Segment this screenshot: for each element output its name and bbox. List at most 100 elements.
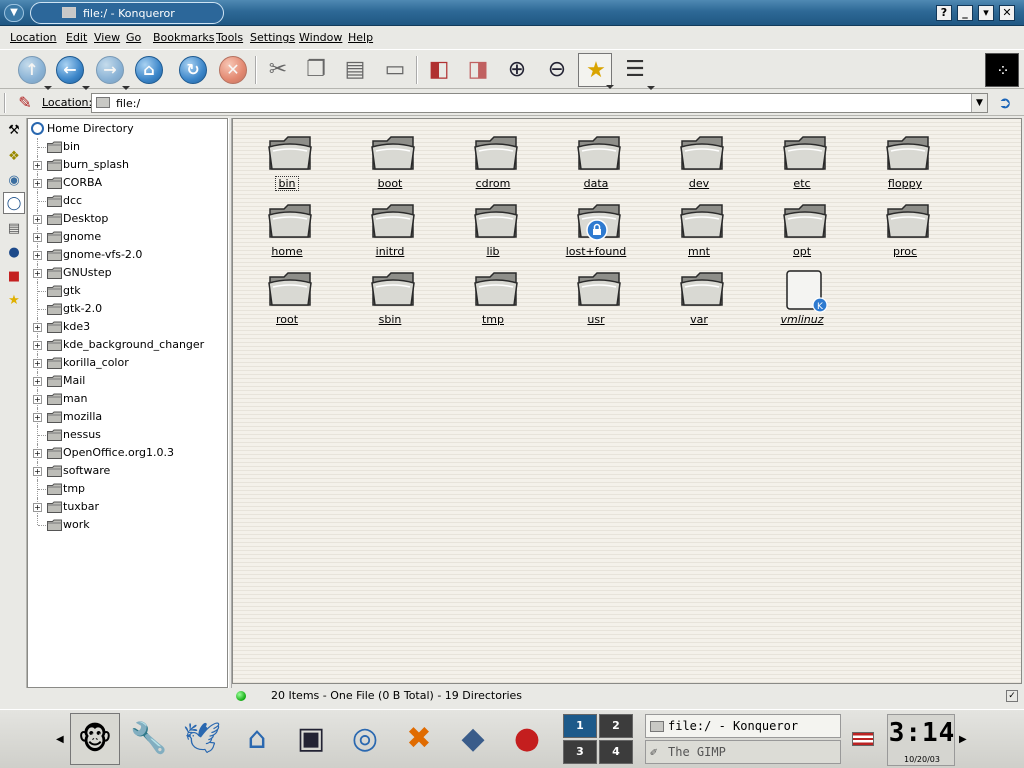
menu-help[interactable]: Help xyxy=(348,31,373,44)
control-center-launcher[interactable]: 🔧 xyxy=(124,713,174,765)
folder-item[interactable]: etc xyxy=(762,127,842,193)
tree-item[interactable]: + CORBA xyxy=(28,174,227,192)
folder-item[interactable]: boot xyxy=(350,127,430,193)
tree-item[interactable]: + Mail xyxy=(28,372,227,390)
tree-item[interactable]: tmp xyxy=(28,480,227,498)
minimize-button[interactable]: _ xyxy=(957,5,973,21)
menu-window[interactable]: Window xyxy=(299,31,342,44)
cut-button[interactable]: ✂ xyxy=(261,53,295,87)
tree-item[interactable]: + tuxbar xyxy=(28,498,227,516)
kate-launcher[interactable]: ◆ xyxy=(448,713,498,765)
tab-bookmarks[interactable]: ★ xyxy=(3,290,25,312)
folder-item[interactable]: home xyxy=(247,195,327,261)
konqueror-throbber[interactable]: ⁘ xyxy=(985,53,1019,87)
desktop-2[interactable]: 2 xyxy=(599,714,633,738)
expand-toggle[interactable]: + xyxy=(33,269,42,278)
folder-item[interactable]: opt xyxy=(762,195,842,261)
folder-item[interactable]: lib xyxy=(453,195,533,261)
forward-button[interactable]: → xyxy=(93,53,130,90)
close-button[interactable]: ✕ xyxy=(999,5,1015,21)
paste-button[interactable]: ▤ xyxy=(338,53,372,87)
folder-item[interactable]: floppy xyxy=(865,127,945,193)
help-button[interactable]: ? xyxy=(936,5,952,21)
folder-item[interactable]: initrd xyxy=(350,195,430,261)
folder-item[interactable]: root xyxy=(247,263,327,329)
zoom-out-button[interactable]: ⊖ xyxy=(540,53,574,87)
tree-item[interactable]: + OpenOffice.org1.0.3 xyxy=(28,444,227,462)
tree-item[interactable]: gtk xyxy=(28,282,227,300)
tab-devices[interactable]: ◉ xyxy=(3,170,25,192)
window-menu-button[interactable]: ▼ xyxy=(4,4,24,22)
home-launcher[interactable]: ⌂ xyxy=(232,713,282,765)
expand-toggle[interactable]: + xyxy=(33,341,42,350)
file-item[interactable]: Kvmlinuz xyxy=(762,263,842,329)
tab-applications[interactable]: ❖ xyxy=(3,146,25,168)
tree-item[interactable]: + man xyxy=(28,390,227,408)
expand-toggle[interactable]: + xyxy=(33,359,42,368)
expand-toggle[interactable]: + xyxy=(33,179,42,188)
tree-item[interactable]: + burn_splash xyxy=(28,156,227,174)
folder-item[interactable]: cdrom xyxy=(453,127,533,193)
panel-hide-right-button[interactable]: ▶ xyxy=(959,734,967,745)
location-dropdown[interactable]: ▼ xyxy=(971,94,987,112)
expand-toggle[interactable]: + xyxy=(33,161,42,170)
task-konqueror[interactable]: file:/ - Konqueror xyxy=(645,714,841,738)
remove-view-button[interactable]: ◨ xyxy=(461,53,495,87)
browser-launcher[interactable]: ◎ xyxy=(340,713,390,765)
desktop-3[interactable]: 3 xyxy=(563,740,597,764)
tab-network[interactable]: ● xyxy=(3,242,25,264)
menu-bookmarks[interactable]: Bookmarks xyxy=(153,31,214,44)
expand-toggle[interactable]: + xyxy=(33,395,42,404)
tree-item[interactable]: + gnome xyxy=(28,228,227,246)
bookmarks-button[interactable]: ★ xyxy=(578,53,614,89)
chat-launcher[interactable]: ✖ xyxy=(394,713,444,765)
tree-item[interactable]: + gnome-vfs-2.0 xyxy=(28,246,227,264)
folder-item[interactable]: var xyxy=(659,263,739,329)
expand-toggle[interactable]: + xyxy=(33,377,42,386)
window-titlebar[interactable]: ▼ file:/ - Konqueror ? _ ▾ ✕ xyxy=(0,0,1024,26)
folder-item[interactable]: dev xyxy=(659,127,739,193)
terminal-launcher[interactable]: ▣ xyxy=(286,713,336,765)
go-button[interactable]: ➲ xyxy=(993,93,1017,113)
openoffice-launcher[interactable]: 🕊 xyxy=(177,713,227,765)
folder-item[interactable]: mnt xyxy=(659,195,739,261)
folder-item[interactable]: sbin xyxy=(350,263,430,329)
folder-item[interactable]: lost+found xyxy=(556,195,636,261)
tree-item[interactable]: + GNUstep xyxy=(28,264,227,282)
tab-home-folder[interactable]: ◯ xyxy=(3,192,25,214)
desktop-4[interactable]: 4 xyxy=(599,740,633,764)
stop-button[interactable]: ✕ xyxy=(216,53,250,87)
tab-services[interactable]: ⚒ xyxy=(3,120,25,142)
zoom-in-button[interactable]: ⊕ xyxy=(500,53,534,87)
directory-tree[interactable]: Home Directory bin + burn_splash + CORBA dcc +… xyxy=(27,118,228,688)
expand-toggle[interactable]: + xyxy=(33,467,42,476)
tree-item[interactable]: + kde_background_changer xyxy=(28,336,227,354)
print-button[interactable]: ▭ xyxy=(378,53,412,87)
up-button[interactable]: ↑ xyxy=(15,53,52,90)
folder-item[interactable]: usr xyxy=(556,263,636,329)
menu-go[interactable]: Go xyxy=(126,31,141,44)
desktop-1[interactable]: 1 xyxy=(563,714,597,738)
tree-item[interactable]: dcc xyxy=(28,192,227,210)
expand-toggle[interactable]: + xyxy=(33,251,42,260)
copy-button[interactable]: ❐ xyxy=(299,53,333,87)
expand-toggle[interactable]: + xyxy=(33,215,42,224)
tab-root-folder[interactable]: ■ xyxy=(3,266,25,288)
location-input[interactable]: file:/ ▼ xyxy=(91,93,988,113)
expand-toggle[interactable]: + xyxy=(33,233,42,242)
maximize-button[interactable]: ▾ xyxy=(978,5,994,21)
tree-item[interactable]: + korilla_color xyxy=(28,354,227,372)
panel-clock[interactable]: 3:14 10/20/03 xyxy=(887,714,955,766)
menu-view[interactable]: View xyxy=(94,31,120,44)
folder-item[interactable]: bin xyxy=(247,127,327,193)
folder-item[interactable]: tmp xyxy=(453,263,533,329)
split-view-button[interactable]: ◧ xyxy=(422,53,456,87)
kmenu-button[interactable]: 🐵 xyxy=(70,713,120,765)
task-gimp[interactable]: ✐ The GIMP xyxy=(645,740,841,764)
tab-history[interactable]: ▤ xyxy=(3,218,25,240)
tree-item[interactable]: gtk-2.0 xyxy=(28,300,227,318)
folder-item[interactable]: proc xyxy=(865,195,945,261)
expand-toggle[interactable]: + xyxy=(33,413,42,422)
tree-item[interactable]: + kde3 xyxy=(28,318,227,336)
expand-toggle[interactable]: + xyxy=(33,449,42,458)
